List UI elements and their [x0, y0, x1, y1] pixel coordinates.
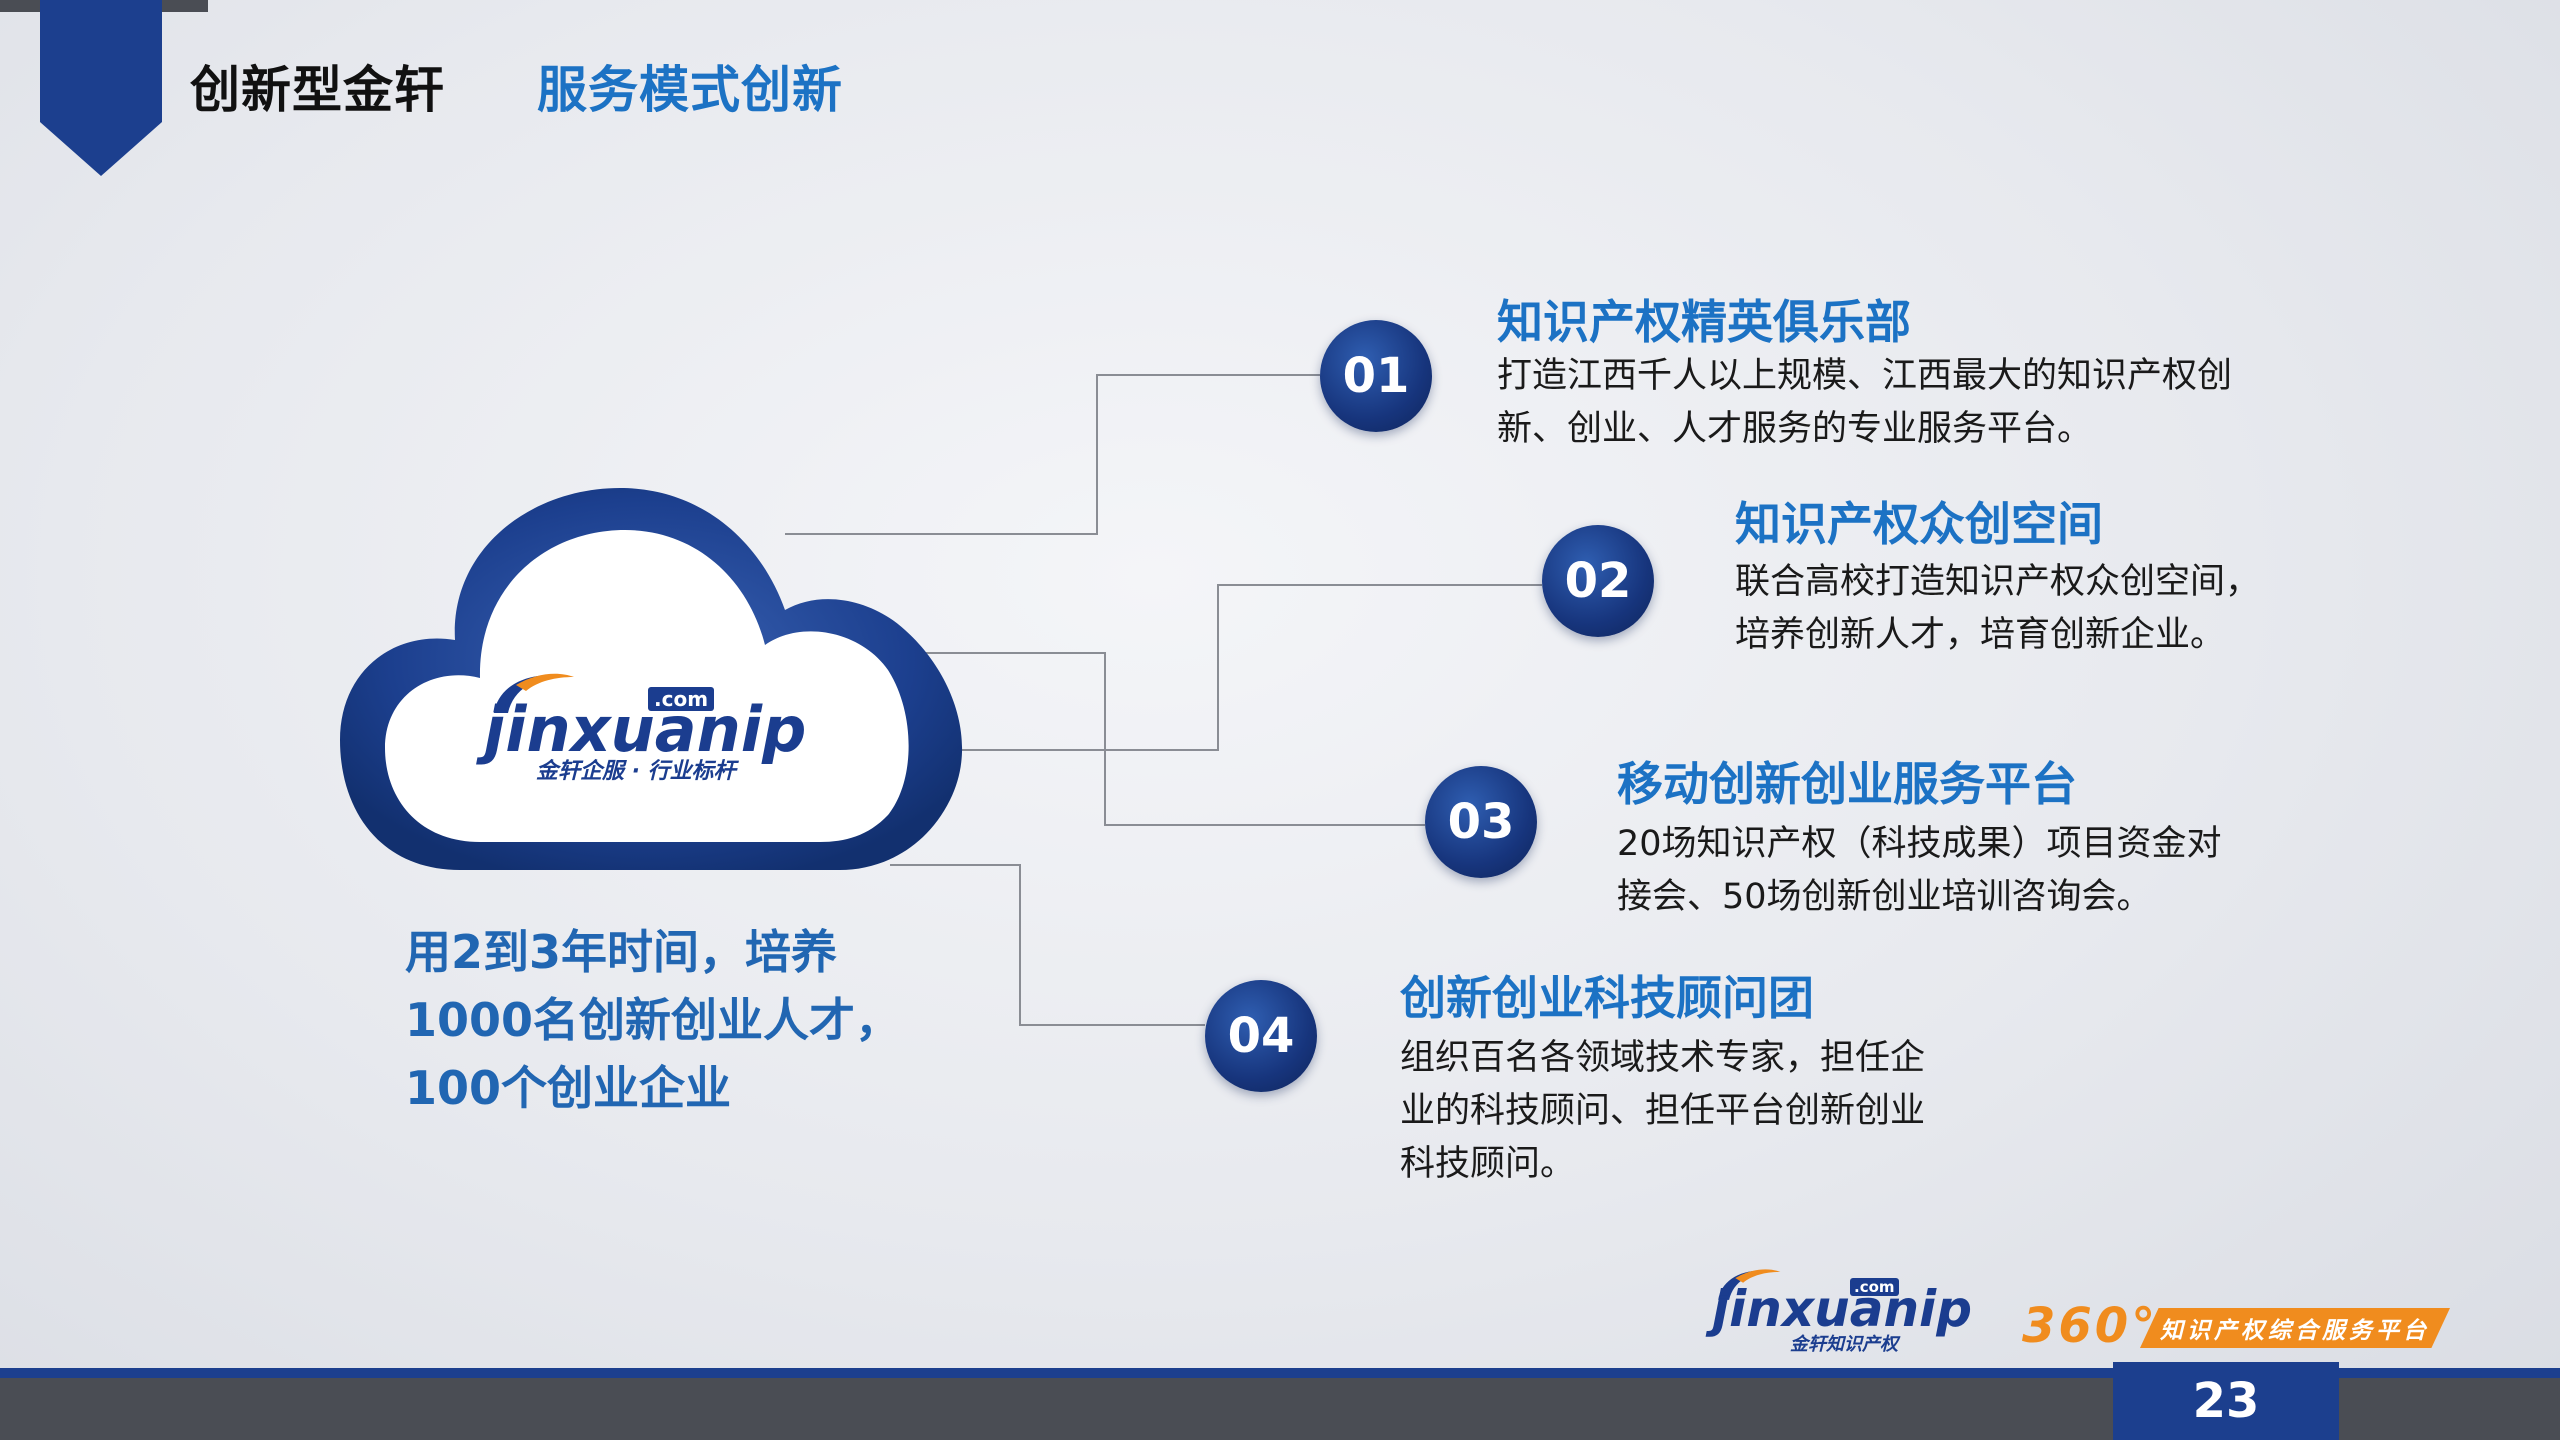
logo-domain-badge: .com: [648, 687, 715, 711]
goal-statement: 用2到3年时间，培养 1000名创新创业人才， 100个创业企业: [405, 918, 965, 1122]
item-desc-line: 组织百名各领域技术专家，担任企: [1400, 1038, 1926, 1078]
item-desc-02: 联合高校打造知识产权众创空间， 培养创新人才，培育创新企业。: [1735, 556, 2260, 662]
footer-slogan: 知识产权综合服务平台: [2140, 1308, 2450, 1348]
item-desc-04: 组织百名各领域技术专家，担任企 业的科技顾问、担任平台创新创业 科技顾问。: [1400, 1032, 1925, 1191]
jinxuanip-logo: jinxuanip .com 金轩企服 · 行业标杆: [484, 665, 814, 785]
item-title-02: 知识产权众创空间: [1735, 497, 2103, 551]
item-desc-line: 20场知识产权（科技成果）项目资金对: [1617, 824, 2222, 864]
footer-logo-caption: 金轩知识产权: [1790, 1334, 1898, 1355]
item-desc-line: 接会、50场创新创业培训咨询会。: [1617, 877, 2152, 917]
goal-line: 用2到3年时间，培养: [405, 925, 838, 979]
item-desc-line: 联合高校打造知识产权众创空间，: [1735, 562, 2261, 602]
badge-360: 360°: [2022, 1298, 2159, 1354]
item-title-03: 移动创新创业服务平台: [1617, 757, 2077, 811]
item-number-circle-01: 01: [1320, 320, 1432, 432]
page-number: 23: [2113, 1362, 2339, 1440]
item-number-circle-02: 02: [1542, 525, 1654, 637]
item-desc-01: 打造江西千人以上规模、江西最大的知识产权创 新、创业、人才服务的专业服务平台。: [1497, 350, 2232, 456]
item-desc-line: 科技顾问。: [1400, 1144, 1576, 1184]
item-desc-line: 培养创新人才，培育创新企业。: [1735, 615, 2226, 655]
logo-tagline: 金轩企服 · 行业标杆: [536, 759, 736, 784]
item-title-01: 知识产权精英俱乐部: [1497, 295, 1911, 349]
footer-jinxuanip-logo: jinxuanip .com 金轩知识产权: [1712, 1262, 1984, 1356]
item-desc-line: 打造江西千人以上规模、江西最大的知识产权创: [1497, 356, 2233, 396]
item-desc-line: 新、创业、人才服务的专业服务平台。: [1497, 409, 2093, 449]
item-title-04: 创新创业科技顾问团: [1400, 971, 1814, 1025]
item-number-circle-03: 03: [1425, 766, 1537, 878]
item-number-circle-04: 04: [1205, 980, 1317, 1092]
item-desc-line: 业的科技顾问、担任平台创新创业: [1400, 1091, 1926, 1131]
goal-line: 1000名创新创业人才，: [405, 993, 902, 1047]
item-desc-03: 20场知识产权（科技成果）项目资金对 接会、50场创新创业培训咨询会。: [1617, 818, 2222, 924]
goal-line: 100个创业企业: [405, 1061, 732, 1115]
footer-logo-domain-badge: .com: [1850, 1278, 1899, 1296]
